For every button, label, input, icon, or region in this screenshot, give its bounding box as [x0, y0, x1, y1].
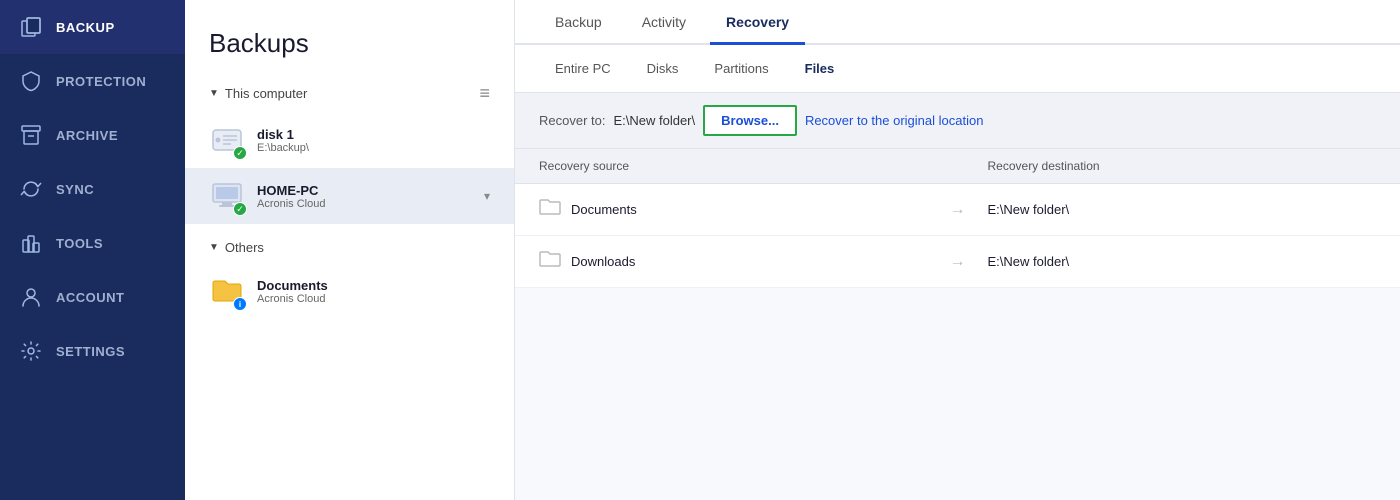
sidebar-item-protection-label: PROTECTION [56, 74, 146, 89]
sub-tab-disks[interactable]: Disks [631, 55, 695, 82]
table-header: Recovery source Recovery destination [515, 149, 1400, 184]
archive-icon [20, 124, 42, 146]
row-arrow-downloads: → [928, 253, 988, 271]
this-computer-label: This computer [225, 86, 307, 101]
row-dest-documents: E:\New folder\ [988, 202, 1377, 217]
copy-icon [20, 16, 42, 38]
col-source-header: Recovery source [539, 159, 928, 173]
row-source-documents-label: Documents [571, 202, 637, 217]
others-section-header: ▼ Others [185, 232, 514, 263]
folder-cloud-icon: i [209, 273, 245, 309]
this-computer-section-header: ▼ This computer ≡ [185, 75, 514, 112]
device-name-disk1: disk 1 [257, 127, 490, 142]
sub-tabs-bar: Entire PC Disks Partitions Files [515, 45, 1400, 93]
gear-icon [20, 340, 42, 362]
row-source-downloads-label: Downloads [571, 254, 635, 269]
sidebar: BACKUP PROTECTION ARCHIVE [0, 0, 185, 500]
this-computer-section-toggle[interactable]: ▼ This computer [209, 86, 307, 101]
device-info-home-pc: HOME-PC Acronis Cloud [257, 183, 472, 210]
device-badge-info: i [233, 297, 247, 311]
folder-icon-downloads [539, 250, 561, 273]
tab-activity[interactable]: Activity [626, 0, 702, 45]
tab-recovery[interactable]: Recovery [710, 0, 805, 45]
folder-icon-documents [539, 198, 561, 221]
chevron-down-icon: ▼ [209, 88, 219, 99]
device-item-home-pc[interactable]: ✓ HOME-PC Acronis Cloud ▾ [185, 168, 514, 224]
sub-tab-partitions[interactable]: Partitions [698, 55, 784, 82]
recover-path: E:\New folder\ [613, 113, 695, 128]
recovery-table: Recovery source Recovery destination Doc… [515, 149, 1400, 500]
others-label: Others [225, 240, 264, 255]
device-badge-check-homepc: ✓ [233, 202, 247, 216]
others-section-toggle[interactable]: ▼ Others [209, 240, 264, 255]
device-info-documents: Documents Acronis Cloud [257, 278, 490, 305]
sidebar-item-settings[interactable]: SETTINGS [0, 324, 185, 378]
sidebar-item-backup-label: BACKUP [56, 20, 115, 35]
chevron-down-icon-others: ▼ [209, 242, 219, 253]
recover-bar: Recover to: E:\New folder\ Browse... Rec… [515, 93, 1400, 149]
device-info-disk1: disk 1 E:\backup\ [257, 127, 490, 154]
middle-panel: Backups ▼ This computer ≡ ✓ disk 1 E:\ba… [185, 0, 515, 500]
table-row[interactable]: Documents → E:\New folder\ [515, 184, 1400, 236]
device-sub-home-pc: Acronis Cloud [257, 198, 472, 210]
sidebar-item-sync[interactable]: SYNC [0, 162, 185, 216]
browse-button[interactable]: Browse... [703, 105, 797, 136]
sidebar-item-tools[interactable]: TOOLS [0, 216, 185, 270]
sidebar-item-account-label: ACCOUNT [56, 290, 125, 305]
sidebar-item-settings-label: SETTINGS [56, 344, 125, 359]
sidebar-item-backup[interactable]: BACKUP [0, 0, 185, 54]
account-icon [20, 286, 42, 308]
sidebar-item-sync-label: SYNC [56, 182, 94, 197]
sync-icon [20, 178, 42, 200]
device-item-documents[interactable]: i Documents Acronis Cloud [185, 263, 514, 319]
sidebar-item-account[interactable]: ACCOUNT [0, 270, 185, 324]
row-source-downloads: Downloads [539, 250, 928, 273]
main-content: Backup Activity Recovery Entire PC Disks… [515, 0, 1400, 500]
row-arrow-documents: → [928, 201, 988, 219]
tabs-bar: Backup Activity Recovery [515, 0, 1400, 45]
page-title: Backups [185, 0, 514, 75]
row-dest-downloads: E:\New folder\ [988, 254, 1377, 269]
computer-icon: ✓ [209, 178, 245, 214]
row-source-documents: Documents [539, 198, 928, 221]
sidebar-item-archive[interactable]: ARCHIVE [0, 108, 185, 162]
tools-icon [20, 232, 42, 254]
sidebar-item-protection[interactable]: PROTECTION [0, 54, 185, 108]
table-row[interactable]: Downloads → E:\New folder\ [515, 236, 1400, 288]
device-sub-disk1: E:\backup\ [257, 142, 490, 154]
col-dest-header: Recovery destination [988, 159, 1377, 173]
device-badge-check: ✓ [233, 146, 247, 160]
sidebar-item-archive-label: ARCHIVE [56, 128, 118, 143]
sidebar-item-tools-label: TOOLS [56, 236, 103, 251]
device-name-documents: Documents [257, 278, 490, 293]
device-name-home-pc: HOME-PC [257, 183, 472, 198]
sub-tab-entire-pc[interactable]: Entire PC [539, 55, 627, 82]
this-computer-menu-icon[interactable]: ≡ [479, 83, 490, 104]
device-sub-documents: Acronis Cloud [257, 293, 490, 305]
sub-tab-files[interactable]: Files [789, 55, 851, 82]
device-item-disk1[interactable]: ✓ disk 1 E:\backup\ [185, 112, 514, 168]
tab-backup[interactable]: Backup [539, 0, 618, 45]
disk-icon: ✓ [209, 122, 245, 158]
chevron-down-icon-homepc: ▾ [484, 189, 490, 203]
shield-icon [20, 70, 42, 92]
recover-to-label: Recover to: [539, 113, 605, 128]
recover-original-link[interactable]: Recover to the original location [805, 113, 984, 128]
